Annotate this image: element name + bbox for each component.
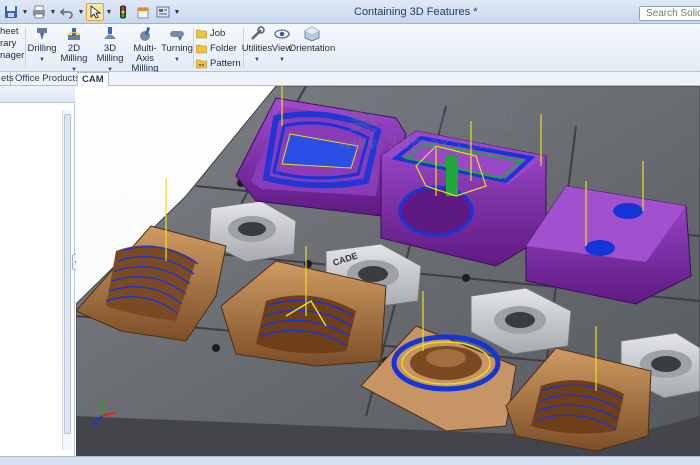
status-bar xyxy=(0,456,700,465)
save-icon[interactable] xyxy=(2,3,20,21)
view-dropdown-icon[interactable]: ▼ xyxy=(279,55,285,65)
search-input[interactable] xyxy=(646,8,700,19)
print-icon[interactable] xyxy=(30,3,48,21)
ribbon-small-items: Job Folder Pattern xyxy=(196,27,241,69)
ribbon-item-manager[interactable]: nager xyxy=(0,50,24,62)
ribbon-left-cut-items: heet rary nager xyxy=(0,26,24,62)
multi-axis-milling-button[interactable]: Multi-Axis Milling xyxy=(127,26,163,74)
title-bar: ▼ ▼ ▼ ▼ ▼ Containing 3D Features * Searc… xyxy=(0,0,700,24)
ribbon-separator xyxy=(193,28,194,68)
utilities-label: Utilities xyxy=(241,43,273,54)
document-title: Containing 3D Features * xyxy=(354,6,478,18)
folder-icon xyxy=(196,44,207,53)
pattern-icon xyxy=(196,59,207,68)
folder-label: Folder xyxy=(210,42,237,54)
select-icon[interactable] xyxy=(86,3,104,21)
feature-manager-panel xyxy=(0,86,75,456)
undo-icon[interactable] xyxy=(58,3,76,21)
ribbon-item-sheet[interactable]: heet xyxy=(0,26,24,38)
drilling-icon xyxy=(37,28,47,40)
undo-dropdown-icon[interactable]: ▼ xyxy=(78,3,85,21)
orientation-button[interactable]: Orientation xyxy=(289,26,335,54)
3d-milling-icon xyxy=(104,27,116,39)
3d-milling-button[interactable]: 3D Milling ▼ xyxy=(93,26,127,75)
graphics-viewport[interactable]: CADE 莫 西 网 www.3dmox.com xyxy=(76,86,700,456)
job-label: Job xyxy=(210,27,226,39)
turning-dropdown-icon[interactable]: ▼ xyxy=(174,55,180,65)
tab-office-products[interactable]: Office Products xyxy=(11,72,85,86)
print-dropdown-icon[interactable]: ▼ xyxy=(50,3,57,21)
utilities-dropdown-icon[interactable]: ▼ xyxy=(254,55,260,65)
folder-icon xyxy=(196,29,207,38)
file-properties-icon[interactable] xyxy=(134,3,152,21)
tab-sheets[interactable]: ets xyxy=(0,72,14,86)
2d-milling-label: 2D Milling xyxy=(60,43,88,64)
3d-milling-label: 3D Milling xyxy=(96,43,124,64)
utilities-icon xyxy=(251,26,265,40)
quick-access-toolbar: ▼ ▼ ▼ ▼ ▼ xyxy=(2,3,180,21)
drilling-button[interactable]: Drilling ▼ xyxy=(27,26,57,65)
watermark-logo: 莫 西 网 xyxy=(348,102,529,137)
select-dropdown-icon[interactable]: ▼ xyxy=(106,3,113,21)
search-box[interactable] xyxy=(639,6,700,21)
turning-label: Turning xyxy=(161,43,193,54)
drilling-label: Drilling xyxy=(27,43,57,54)
utilities-button[interactable]: Utilities ▼ xyxy=(241,26,273,65)
ribbon-item-library[interactable]: rary xyxy=(0,38,24,50)
orientation-label: Orientation xyxy=(288,43,336,54)
pattern-button[interactable]: Pattern xyxy=(196,57,241,69)
commandmanager-ribbon: heet rary nager Drilling ▼ 2D Milling ▼ … xyxy=(0,24,700,75)
cam-application-window: ▼ ▼ ▼ ▼ ▼ Containing 3D Features * Searc… xyxy=(0,0,700,465)
tab-cam[interactable]: CAM xyxy=(77,72,109,86)
watermark-url: www.3dmox.com xyxy=(338,134,497,154)
turning-button[interactable]: Turning ▼ xyxy=(161,26,193,65)
2d-milling-icon xyxy=(67,28,81,40)
view-icon xyxy=(274,29,290,39)
orientation-icon xyxy=(304,26,320,42)
rebuild-icon[interactable] xyxy=(114,3,132,21)
options-icon[interactable] xyxy=(154,3,172,21)
save-dropdown-icon[interactable]: ▼ xyxy=(22,3,29,21)
drilling-dropdown-icon[interactable]: ▼ xyxy=(39,55,45,65)
feature-manager-header xyxy=(0,86,75,103)
folder-button[interactable]: Folder xyxy=(196,42,241,54)
2d-milling-button[interactable]: 2D Milling ▼ xyxy=(57,26,91,75)
ribbon-separator xyxy=(25,28,26,68)
feature-manager-scrollbar[interactable] xyxy=(62,110,72,450)
options-dropdown-icon[interactable]: ▼ xyxy=(174,3,181,21)
multi-axis-milling-icon xyxy=(140,26,151,41)
multi-axis-milling-label: Multi-Axis xyxy=(133,43,157,64)
job-button[interactable]: Job xyxy=(196,27,241,39)
commandmanager-tabs: ets Office Products CAM xyxy=(0,72,700,86)
pattern-label: Pattern xyxy=(210,57,241,69)
turning-icon xyxy=(170,31,184,41)
scrollbar-thumb[interactable] xyxy=(64,114,71,434)
